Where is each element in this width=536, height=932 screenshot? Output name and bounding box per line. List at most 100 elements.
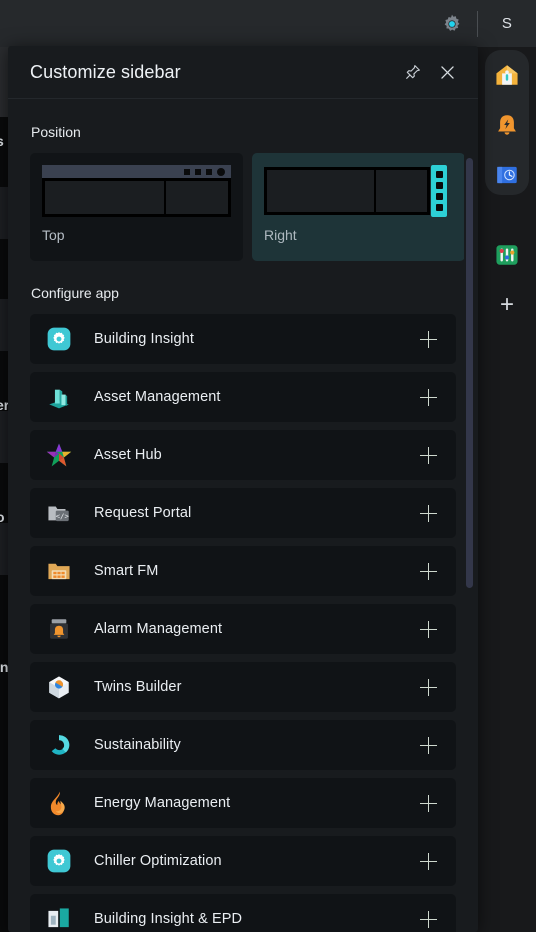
app-name: Alarm Management: [94, 621, 223, 637]
position-options: Top Right: [30, 153, 465, 261]
close-button[interactable]: [430, 55, 464, 89]
plus-icon: [419, 330, 437, 348]
plus-icon: [419, 794, 437, 812]
modal-scrollbar-thumb[interactable]: [466, 158, 473, 588]
svg-text:</>: </>: [56, 511, 70, 520]
plus-icon: [419, 446, 437, 464]
add-app-button[interactable]: [416, 443, 440, 467]
preview-dot: [217, 167, 225, 176]
right-sidebar-rail: +: [478, 47, 536, 932]
blue-book-clock-icon: [497, 166, 517, 184]
app-name: Asset Hub: [94, 447, 162, 463]
green-analytics-icon: [496, 245, 518, 265]
plus-icon: [419, 504, 437, 522]
add-app-button[interactable]: [416, 501, 440, 525]
pin-icon: [406, 65, 420, 79]
app-name: Chiller Optimization: [94, 853, 222, 869]
app-row-asset-management[interactable]: Asset Management: [30, 372, 456, 422]
plus-icon: [419, 562, 437, 580]
preview-topbar: [42, 165, 231, 178]
gear-icon[interactable]: [441, 13, 463, 35]
gray-folder-code-icon: </>: [46, 500, 72, 526]
app-name: Twins Builder: [94, 679, 182, 695]
add-app-button[interactable]: [416, 675, 440, 699]
app-name: Energy Management: [94, 795, 231, 811]
add-app-button[interactable]: [416, 733, 440, 757]
close-icon: [440, 65, 454, 79]
add-app-button[interactable]: [416, 559, 440, 583]
preview-dot: [435, 204, 443, 211]
rail-add-button[interactable]: +: [485, 283, 529, 327]
gear-tile-icon: [46, 848, 72, 874]
top-layout-preview: [42, 165, 231, 217]
app-row-building-insight[interactable]: Building Insight: [30, 314, 456, 364]
add-app-button[interactable]: [416, 385, 440, 409]
app-row-request-portal[interactable]: </> Request Portal: [30, 488, 456, 538]
page-title: Customize sidebar: [30, 61, 181, 82]
app-row-sustainability[interactable]: Sustainability: [30, 720, 456, 770]
home-building-icon: [496, 65, 518, 85]
app-row-smart-fm[interactable]: Smart FM: [30, 546, 456, 596]
rail-item-schedule[interactable]: [485, 153, 529, 197]
plus-icon: [419, 620, 437, 638]
add-app-button[interactable]: [416, 617, 440, 641]
configure-section-title: Configure app: [31, 285, 119, 301]
blue-cube-icon: [46, 674, 72, 700]
alarm-bell-box-icon: [46, 616, 72, 642]
orange-folder-grid-icon: [46, 558, 72, 584]
preview-right-rail: [431, 165, 447, 217]
position-section-title: Position: [31, 124, 81, 140]
app-header: S: [0, 0, 536, 47]
preview-dot: [435, 182, 443, 189]
preview-panel: [45, 181, 164, 214]
modal-scroll-area: Position Top Right Configure app Buildin…: [8, 100, 478, 932]
app-row-building-insight-epd[interactable]: Building Insight & EPD: [30, 894, 456, 932]
preview-panel: [376, 170, 427, 212]
preview-dot: [195, 168, 201, 175]
app-row-alarm-management[interactable]: Alarm Management: [30, 604, 456, 654]
position-option-right[interactable]: Right: [252, 153, 465, 261]
rainbow-star-icon: [46, 442, 72, 468]
app-row-twins-builder[interactable]: Twins Builder: [30, 662, 456, 712]
add-app-button[interactable]: [416, 791, 440, 815]
preview-dot: [435, 193, 443, 200]
add-app-button[interactable]: [416, 849, 440, 873]
position-option-label: Top: [42, 227, 65, 243]
teal-chart-icon: [46, 906, 72, 932]
add-app-button[interactable]: [416, 327, 440, 351]
teal-leaf-loop-icon: [46, 732, 72, 758]
preview-dot: [435, 171, 443, 178]
plus-icon: [419, 910, 437, 928]
modal-scrollbar-track[interactable]: [464, 100, 476, 932]
plus-icon: [419, 678, 437, 696]
position-option-top[interactable]: Top: [30, 153, 243, 261]
app-name: Sustainability: [94, 737, 181, 753]
preview-dot: [184, 168, 190, 175]
plus-icon: [419, 852, 437, 870]
add-app-button[interactable]: [416, 907, 440, 931]
preview-panel: [166, 181, 228, 214]
user-avatar[interactable]: S: [478, 15, 536, 32]
plus-icon: +: [499, 291, 514, 318]
preview-panel: [267, 170, 374, 212]
plus-icon: [419, 388, 437, 406]
app-name: Request Portal: [94, 505, 192, 521]
orange-flame-icon: [46, 790, 72, 816]
pin-button[interactable]: [396, 55, 430, 89]
configure-app-list: Building Insight Asset Management Asset …: [30, 314, 456, 932]
app-name: Smart FM: [94, 563, 159, 579]
rail-item-alerts[interactable]: [485, 103, 529, 147]
app-name: Building Insight: [94, 331, 194, 347]
app-row-chiller-optimization[interactable]: Chiller Optimization: [30, 836, 456, 886]
preview-dot: [206, 168, 212, 175]
rail-item-analytics[interactable]: [485, 233, 529, 277]
rail-item-home[interactable]: [485, 53, 529, 97]
right-layout-preview: [264, 165, 453, 217]
modal-header: Customize sidebar: [8, 46, 478, 99]
app-row-asset-hub[interactable]: Asset Hub: [30, 430, 456, 480]
app-row-energy-management[interactable]: Energy Management: [30, 778, 456, 828]
gear-tile-icon: [46, 326, 72, 352]
screen: s er o in: [0, 0, 536, 932]
preview-panels: [42, 178, 231, 217]
preview-panels: [264, 167, 430, 215]
